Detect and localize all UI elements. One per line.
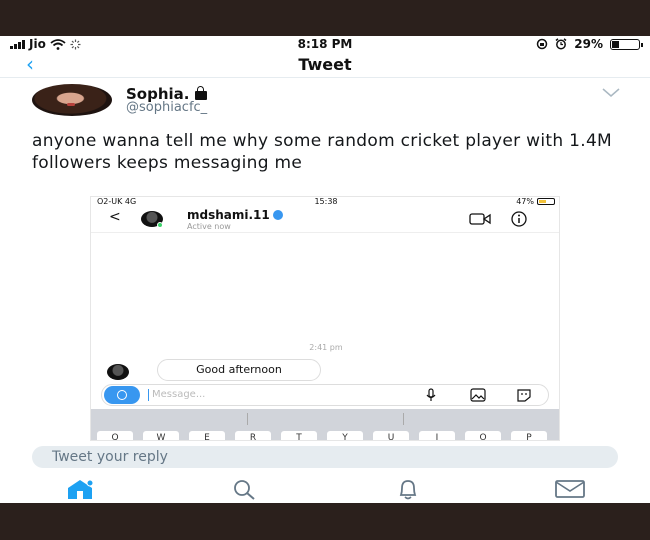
embedded-screenshot[interactable]: O2-UK 4G 15:38 47% < mdshami.11 Active n…	[90, 196, 560, 441]
keyboard-key: P	[511, 431, 547, 440]
messages-icon[interactable]	[554, 478, 586, 500]
gallery-icon	[470, 388, 486, 402]
embedded-active-status: Active now	[187, 222, 231, 231]
embedded-chat-header: < mdshami.11 Active now	[91, 207, 559, 233]
embedded-status-right: 47%	[516, 197, 555, 206]
keyboard-key: T	[281, 431, 317, 440]
keyboard-key: E	[189, 431, 225, 440]
keyboard-key: W	[143, 431, 179, 440]
notifications-icon[interactable]	[392, 478, 424, 500]
keyboard-key: Q	[97, 431, 133, 440]
battery-icon	[610, 38, 643, 50]
embedded-timestamp: 2:41 pm	[309, 343, 343, 352]
rotation-lock-icon	[537, 38, 548, 50]
embedded-back-icon: <	[109, 209, 121, 225]
author-avatar[interactable]	[32, 84, 112, 116]
chevron-down-icon[interactable]	[602, 88, 620, 98]
top-frame	[0, 0, 650, 36]
camera-icon	[104, 386, 140, 404]
nav-bar: ‹ Tweet	[0, 52, 650, 78]
embedded-input-placeholder: Message...	[152, 389, 206, 400]
alarm-icon	[555, 38, 567, 50]
embedded-time: 15:38	[314, 197, 338, 206]
embedded-message-avatar	[107, 364, 129, 380]
search-icon[interactable]	[228, 478, 260, 500]
reply-input[interactable]: Tweet your reply	[32, 446, 618, 468]
keyboard-row: Q W E R T Y U I O P	[97, 431, 547, 440]
lock-icon	[194, 86, 207, 100]
embedded-message-bubble: Good afternoon	[157, 359, 321, 381]
embedded-battery-icon	[537, 198, 555, 205]
embedded-keyboard: Q W E R T Y U I O P	[91, 409, 559, 440]
suggestion-divider	[247, 413, 248, 425]
video-call-icon	[469, 213, 491, 225]
keyboard-key: I	[419, 431, 455, 440]
suggestion-divider	[403, 413, 404, 425]
online-dot-icon	[157, 222, 163, 228]
keyboard-key: U	[373, 431, 409, 440]
keyboard-key: O	[465, 431, 501, 440]
microphone-icon	[426, 388, 436, 401]
author-handle[interactable]: @sophiacfc_	[126, 100, 207, 115]
embedded-status-bar: O2-UK 4G 15:38 47%	[91, 197, 559, 207]
keyboard-key: Y	[327, 431, 363, 440]
text-cursor	[148, 389, 149, 401]
battery-percent: 29%	[574, 37, 603, 51]
embedded-username: mdshami.11	[187, 208, 270, 222]
verified-badge-icon	[272, 210, 283, 220]
page-title: Tweet	[298, 55, 352, 74]
embedded-message-input: Message...	[101, 384, 549, 406]
status-bar: Jio 8:18 PM 29%	[0, 36, 650, 52]
sticker-icon	[517, 389, 531, 402]
keyboard-key: R	[235, 431, 271, 440]
info-icon	[511, 211, 527, 227]
bottom-frame	[0, 503, 650, 540]
tab-bar	[0, 474, 650, 503]
tweet-text: anyone wanna tell me why some random cri…	[32, 131, 613, 173]
phone-screen: Jio 8:18 PM 29% ‹ Tweet Sophia. @sophiac…	[0, 36, 650, 503]
embedded-battery-percent: 47%	[516, 197, 534, 206]
home-icon[interactable]	[64, 478, 96, 500]
embedded-username-row: mdshami.11	[187, 208, 283, 222]
status-right: 29%	[536, 37, 643, 51]
